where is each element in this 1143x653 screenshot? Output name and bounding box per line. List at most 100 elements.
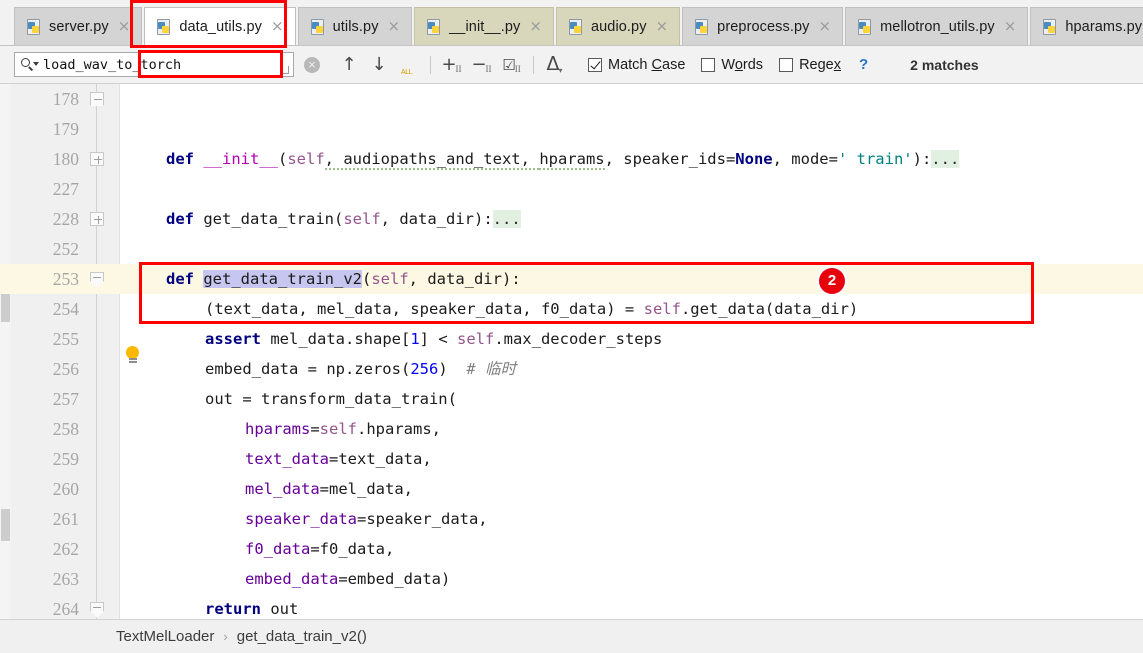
python-file-icon — [568, 18, 584, 35]
fold-marker-collapse[interactable] — [90, 92, 104, 106]
find-actions: ↑ ↓ ALL + II − II ☑ II ᐃ ▾ — [334, 52, 570, 78]
match-case-label: Match Case — [608, 56, 686, 73]
match-case-checkbox[interactable] — [588, 57, 602, 72]
code-row[interactable]: 262 f0_data=f0_data, — [0, 534, 1143, 564]
find-all-icon[interactable]: ALL — [394, 52, 424, 78]
tab-close-icon[interactable]: × — [819, 19, 832, 34]
toolbar-divider — [430, 55, 431, 74]
tab-label: server.py — [49, 18, 109, 35]
code-row[interactable]: 264 return out — [0, 594, 1143, 619]
fold-marker-expand[interactable] — [90, 212, 104, 226]
tab-init-py[interactable]: __init__.py × — [414, 7, 554, 45]
tab-label: preprocess.py — [717, 18, 810, 35]
code-row[interactable]: 261 speaker_data=speaker_data, — [0, 504, 1143, 534]
code-row[interactable]: 257 out = transform_data_train( — [0, 384, 1143, 414]
breadcrumb-class[interactable]: TextMelLoader — [116, 628, 214, 645]
regex-checkbox[interactable] — [779, 57, 794, 72]
tab-label: data_utils.py — [179, 18, 263, 35]
tab-label: audio.py — [590, 18, 647, 35]
line-number: 260 — [52, 479, 79, 499]
intention-bulb-icon[interactable] — [125, 346, 140, 365]
tab-audio-py[interactable]: audio.py × — [555, 7, 681, 45]
search-input[interactable]: load_wav_to_torch — [14, 52, 294, 77]
add-glyph: + — [441, 54, 457, 75]
breadcrumb-method[interactable]: get_data_train_v2() — [237, 628, 367, 645]
tab-label: mellotron_utils.py — [880, 18, 995, 35]
line-number: 261 — [52, 509, 79, 529]
code-row[interactable]: 180 def __init__(self, audiopaths_and_te… — [0, 144, 1143, 174]
tab-data-utils-py[interactable]: data_utils.py × — [144, 7, 296, 45]
code-line-kwarg-text-data: text_data=text_data, — [245, 450, 432, 468]
words-label: Words — [721, 56, 764, 73]
line-number: 259 — [52, 449, 79, 469]
tab-utils-py[interactable]: utils.py × — [297, 7, 413, 45]
resize-grip-icon[interactable] — [281, 66, 289, 74]
line-number: 180 — [52, 149, 79, 169]
line-number: 263 — [52, 569, 79, 589]
code-line-return: return out — [205, 600, 299, 618]
fold-marker-collapse[interactable] — [89, 272, 105, 289]
match-case-option[interactable]: Match Case — [588, 57, 685, 73]
filter-icon[interactable]: ᐃ ▾ — [540, 52, 570, 78]
code-row[interactable]: 259 text_data=text_data, — [0, 444, 1143, 474]
code-row[interactable]: 179 — [0, 114, 1143, 144]
fold-marker-expand[interactable] — [90, 152, 104, 166]
python-file-icon — [858, 18, 873, 35]
code-row[interactable]: 260 mel_data=mel_data, — [0, 474, 1143, 504]
tab-close-icon[interactable]: × — [656, 19, 669, 34]
occurrence-sub: II — [485, 63, 492, 74]
add-occurrence-icon[interactable]: + II — [437, 52, 467, 78]
tab-preprocess-py[interactable]: preprocess.py × — [682, 7, 844, 45]
tab-mellotron-utils-py[interactable]: mellotron_utils.py × — [845, 7, 1029, 45]
annotation-badge-2: 2 — [819, 268, 845, 294]
match-count-label: 2 matches — [910, 56, 979, 73]
code-row[interactable]: 178 — [0, 84, 1143, 114]
code-row[interactable]: 256 embed_data = np.zeros(256) # 临时 — [0, 354, 1143, 384]
line-number: 262 — [52, 539, 79, 559]
words-checkbox[interactable] — [701, 57, 716, 72]
tab-close-icon[interactable]: × — [271, 19, 284, 34]
code-row[interactable]: 263 embed_data=embed_data) — [0, 564, 1143, 594]
tab-close-icon[interactable]: × — [388, 19, 401, 34]
breadcrumb: TextMelLoader › get_data_train_v2() — [0, 619, 1143, 653]
fold-marker-collapse[interactable] — [89, 602, 105, 619]
tab-server-py[interactable]: server.py × — [14, 7, 143, 45]
find-previous-icon[interactable]: ↑ — [334, 52, 364, 78]
code-row[interactable]: 227 — [0, 174, 1143, 204]
clear-search-button[interactable]: × — [304, 56, 320, 73]
code-row[interactable]: 254 (text_data, mel_data, speaker_data, … — [0, 294, 1143, 324]
tab-label: hparams.py — [1065, 18, 1143, 35]
code-row[interactable]: 258 hparams=self.hparams, — [0, 414, 1143, 444]
find-options: Match Case Words Regex ? 2 matches — [588, 56, 979, 73]
tab-close-icon[interactable]: × — [118, 19, 131, 34]
select-all-glyph: ☑ — [502, 55, 516, 74]
code-row[interactable]: 255 assert mel_data.shape[1] < self.max_… — [0, 324, 1143, 354]
line-number: 228 — [52, 209, 79, 229]
ide-window: server.py × data_utils.py × utils.py × _… — [0, 0, 1143, 653]
code-line-get-data-train: def get_data_train(self, data_dir):... — [166, 210, 521, 228]
tab-close-icon[interactable]: × — [1004, 19, 1017, 34]
line-number: 255 — [52, 329, 79, 349]
line-number: 179 — [52, 119, 79, 139]
line-number: 253 — [52, 269, 79, 289]
code-row[interactable]: 228 def get_data_train(self, data_dir):.… — [0, 204, 1143, 234]
code-line-init-def: def __init__(self, audiopaths_and_text, … — [166, 150, 960, 170]
regex-option[interactable]: Regex — [779, 57, 841, 73]
code-editor[interactable]: """ 178 179 180 def __init__(self, audio… — [0, 84, 1143, 619]
code-line-assert: assert mel_data.shape[1] < self.max_deco… — [205, 330, 663, 348]
line-number: 258 — [52, 419, 79, 439]
regex-help-icon[interactable]: ? — [859, 56, 868, 73]
words-option[interactable]: Words — [701, 57, 763, 73]
code-comment: # 临时 — [466, 360, 516, 378]
search-icon[interactable] — [20, 57, 40, 73]
code-row[interactable]: 252 — [0, 234, 1143, 264]
line-number: 254 — [52, 299, 79, 319]
tab-close-icon[interactable]: × — [529, 19, 542, 34]
code-row-current[interactable]: 253 def get_data_train_v2(self, data_dir… — [0, 264, 1143, 294]
select-all-occurrences-icon[interactable]: ☑ II — [497, 52, 527, 78]
find-next-icon[interactable]: ↓ — [364, 52, 394, 78]
editor-tab-bar: server.py × data_utils.py × utils.py × _… — [0, 0, 1143, 46]
code-line-get-data-train-v2: def get_data_train_v2(self, data_dir): — [166, 270, 521, 288]
remove-occurrence-icon[interactable]: − II — [467, 52, 497, 78]
tab-hparams-py[interactable]: hparams.py × — [1030, 7, 1143, 45]
